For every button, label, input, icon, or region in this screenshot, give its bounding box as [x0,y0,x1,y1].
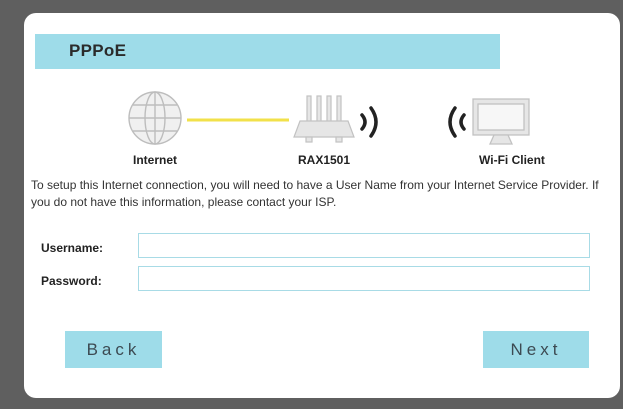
password-field[interactable] [138,266,590,291]
next-button[interactable]: Next [483,331,589,368]
globe-icon [128,91,182,145]
router-label: RAX1501 [297,153,351,167]
client-wifi-waves-icon [448,106,466,138]
internet-label: Internet [132,153,177,167]
wifi-waves-icon [360,106,378,138]
client-label: Wi-Fi Client [479,153,545,167]
pppoe-dialog: PPPoE Internet RAX1501 Wi-Fi Client To s… [24,13,620,398]
router-icon [293,95,355,143]
username-label: Username: [41,241,104,255]
password-label: Password: [41,274,102,288]
username-field[interactable] [138,233,590,258]
back-button[interactable]: Back [65,331,162,368]
instructions-text: To setup this Internet connection, you w… [31,178,599,209]
monitor-icon [472,98,530,145]
